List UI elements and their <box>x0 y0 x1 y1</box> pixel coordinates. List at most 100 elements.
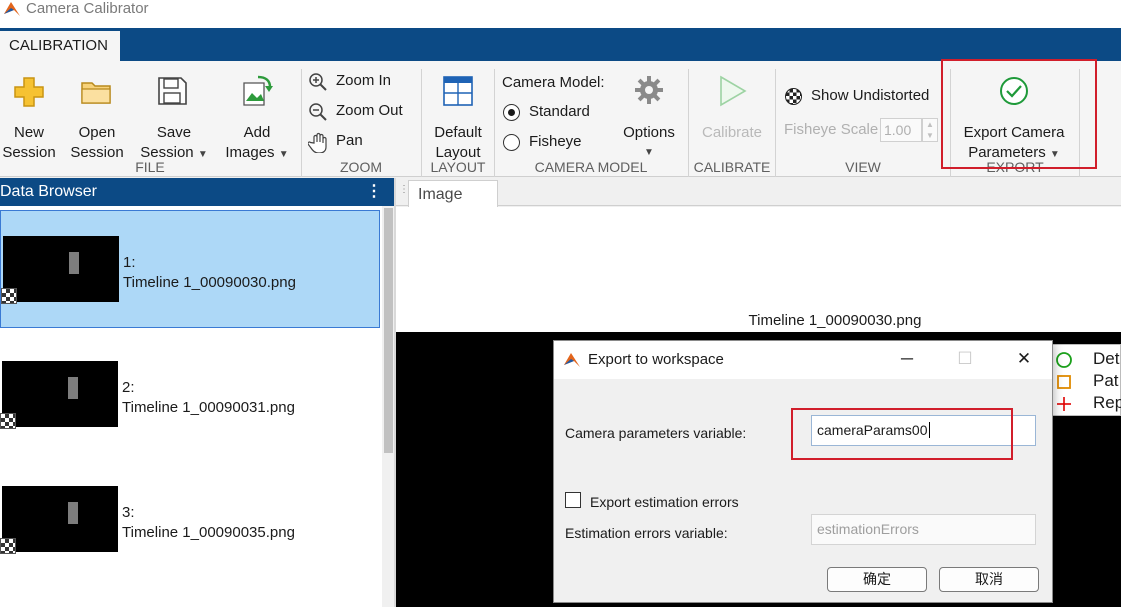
add-images-button[interactable]: Add Images ▼ <box>218 71 296 161</box>
pan-label: Pan <box>336 132 363 149</box>
window-title-bar: Camera Calibrator <box>0 0 1121 28</box>
image-thumbnail <box>2 486 118 552</box>
legend-item-pattern: Pat <box>1053 370 1121 392</box>
list-item[interactable]: 2: Timeline 1_00090031.png <box>0 336 380 454</box>
more-options-icon[interactable]: ⋮ <box>366 178 382 206</box>
zoom-out-icon <box>309 103 327 121</box>
pan-hand-icon <box>308 132 327 153</box>
standard-label: Standard <box>529 103 590 120</box>
open-session-button[interactable]: Open Session <box>68 71 126 161</box>
checkerboard-icon <box>785 88 802 105</box>
plus-icon <box>14 77 44 107</box>
save-session-button[interactable]: Save Session ▼ <box>136 71 212 161</box>
options-button[interactable]: Options ▼ <box>616 71 682 161</box>
new-session-label-1: New <box>13 124 44 141</box>
errors-var-input[interactable]: estimationErrors <box>811 514 1036 545</box>
cancel-button[interactable]: 取消 <box>939 567 1039 592</box>
item-index: 3: <box>122 504 135 521</box>
image-tab-strip: ⋮⋮ <box>396 178 1121 206</box>
new-session-button[interactable]: New Session <box>2 71 56 161</box>
show-undistorted-label: Show Undistorted <box>811 87 930 104</box>
section-label-layout: LAYOUT <box>430 159 486 175</box>
checkerboard-icon <box>0 538 16 554</box>
fisheye-scale-control: Fisheye Scale 1.00 ▲ ▼ <box>784 118 944 142</box>
layout-grid-icon <box>443 76 473 106</box>
item-name: Timeline 1_00090035.png <box>122 524 295 541</box>
zoom-in-button[interactable]: Zoom In <box>308 71 416 93</box>
section-label-file: FILE <box>135 159 165 175</box>
save-session-label-1: Save <box>156 124 192 141</box>
list-item[interactable]: 3: Timeline 1_00090035.png <box>0 461 380 579</box>
section-label-camera-model: CAMERA MODEL <box>534 159 648 175</box>
fisheye-scale-input[interactable]: 1.00 <box>880 118 922 142</box>
close-icon[interactable]: ✕ <box>1009 349 1039 369</box>
zoom-out-label: Zoom Out <box>336 102 403 119</box>
default-layout-button[interactable]: Default Layout <box>426 71 490 161</box>
scrollbar-thumb[interactable] <box>384 208 393 453</box>
camera-model-label: Camera Model: <box>502 74 605 91</box>
standard-radio[interactable]: Standard <box>503 102 623 124</box>
orange-square-icon <box>1057 375 1071 389</box>
item-index: 2: <box>122 379 135 396</box>
tab-strip: CALIBRATION <box>0 28 1121 61</box>
tab-image[interactable]: Image <box>408 180 498 207</box>
item-name: Timeline 1_00090030.png <box>123 274 296 291</box>
highlight-export-button <box>941 59 1097 169</box>
fisheye-scale-label: Fisheye Scale <box>784 121 879 138</box>
section-label-view: VIEW <box>845 159 881 175</box>
fisheye-scale-spinner[interactable]: ▲ ▼ <box>922 118 938 142</box>
export-errors-checkbox[interactable] <box>565 492 581 508</box>
image-thumbnail <box>3 236 119 302</box>
export-errors-label: Export estimation errors <box>590 494 739 510</box>
red-plus-icon <box>1057 397 1071 411</box>
ok-button[interactable]: 确定 <box>827 567 927 592</box>
checkerboard-icon <box>1 288 17 304</box>
calibrate-button[interactable]: Calibrate <box>692 71 772 161</box>
green-circle-icon <box>1056 352 1072 368</box>
image-legend: Det Pat Rep <box>1052 344 1121 416</box>
highlight-camera-params-input <box>791 408 1013 460</box>
errors-var-label: Estimation errors variable: <box>565 525 728 541</box>
export-dialog: Export to workspace ─ ☐ ✕ Camera paramet… <box>553 340 1053 603</box>
save-disk-icon <box>158 77 187 105</box>
legend-item-reprojected: Rep <box>1053 392 1121 414</box>
list-item[interactable]: 1: Timeline 1_00090030.png <box>0 210 380 328</box>
matlab-logo-icon <box>564 353 580 367</box>
radio-selected-icon <box>503 104 520 121</box>
tab-calibration[interactable]: CALIBRATION <box>0 31 120 61</box>
app-title: Camera Calibrator <box>26 0 149 17</box>
section-label-calibrate: CALIBRATE <box>693 159 771 175</box>
data-browser-list: 1: Timeline 1_00090030.png 2: Timeline 1… <box>0 206 394 607</box>
default-layout-label-1: Default <box>434 124 482 141</box>
item-name: Timeline 1_00090031.png <box>122 399 295 416</box>
calibrate-label: Calibrate <box>701 124 763 141</box>
zoom-in-label: Zoom In <box>336 72 392 89</box>
zoom-in-icon <box>309 73 327 91</box>
play-icon <box>720 75 747 107</box>
gear-icon <box>635 76 663 104</box>
dialog-title-bar: Export to workspace ─ ☐ ✕ <box>554 341 1052 379</box>
data-browser-header: Data Browser ⋮ <box>0 178 394 206</box>
matlab-logo-icon <box>4 2 20 16</box>
legend-item-detected: Det <box>1053 348 1121 370</box>
image-title: Timeline 1_00090030.png <box>748 312 922 329</box>
dialog-title: Export to workspace <box>588 351 724 368</box>
fisheye-radio[interactable]: Fisheye <box>503 132 623 154</box>
data-browser-title: Data Browser <box>0 183 97 200</box>
minimize-icon[interactable]: ─ <box>892 349 922 369</box>
checkerboard-icon <box>0 413 16 429</box>
show-undistorted-button[interactable]: Show Undistorted <box>784 86 944 108</box>
zoom-out-button[interactable]: Zoom Out <box>308 101 416 123</box>
fisheye-label: Fisheye <box>529 133 582 150</box>
pan-button[interactable]: Pan <box>308 131 416 153</box>
image-thumbnail <box>2 361 118 427</box>
camera-params-label: Camera parameters variable: <box>565 425 747 441</box>
section-label-zoom: ZOOM <box>340 159 382 175</box>
folder-icon <box>81 82 111 104</box>
add-images-label-1: Add <box>243 124 271 141</box>
open-session-label-1: Open <box>78 124 116 141</box>
add-images-icon <box>243 75 273 106</box>
radio-unselected-icon <box>503 134 520 151</box>
options-label: Options <box>623 124 675 141</box>
item-index: 1: <box>123 254 136 271</box>
